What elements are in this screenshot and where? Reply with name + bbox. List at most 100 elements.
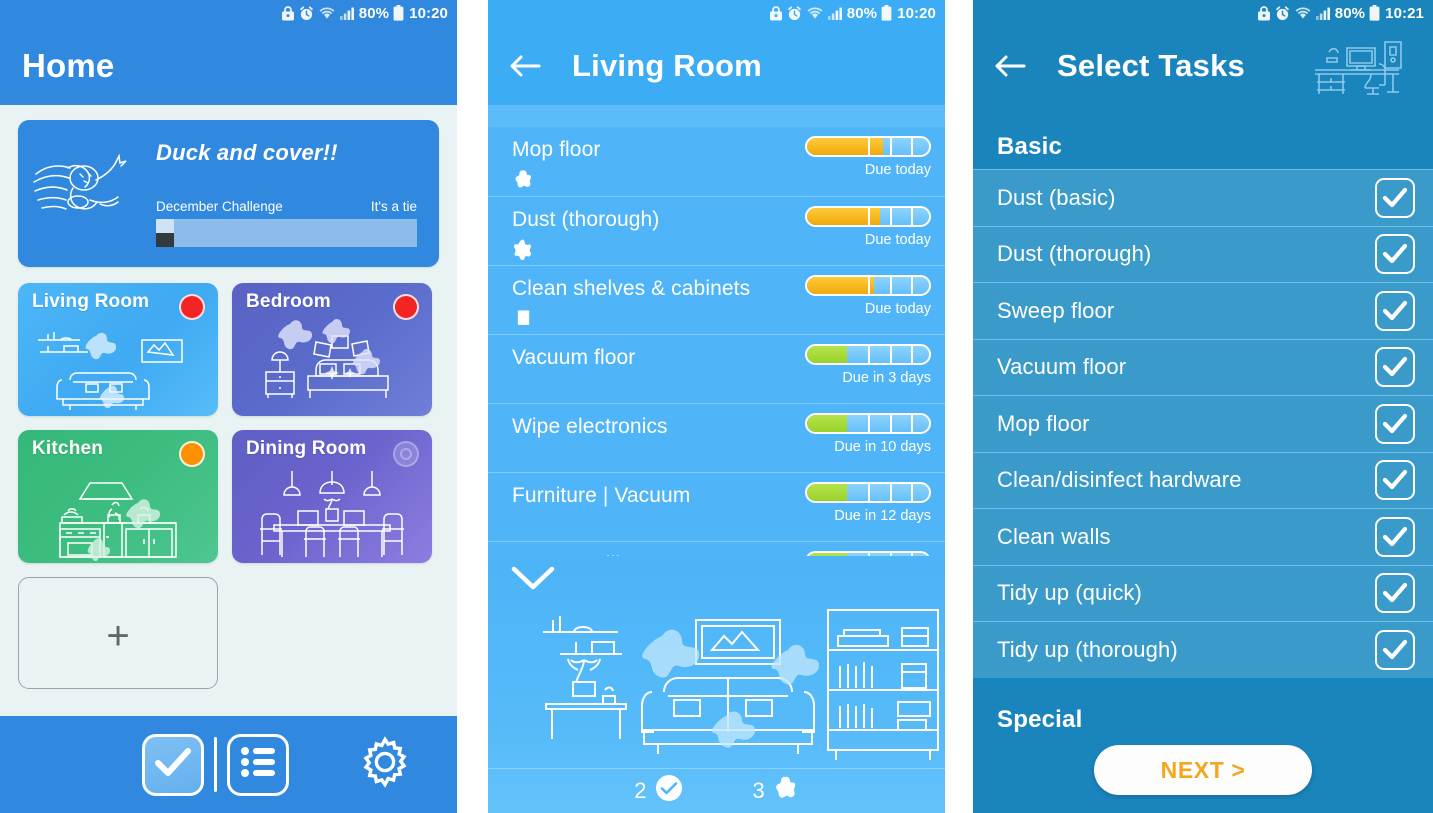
dirty-count: 3 xyxy=(752,778,765,803)
progress-pill xyxy=(805,206,931,227)
task-progress: Due in 3 days xyxy=(805,344,931,386)
select-tasks-header: Select Tasks xyxy=(973,26,1433,105)
signal-icon xyxy=(827,7,843,20)
dining-room-illustration xyxy=(260,471,404,557)
progress-fill-bottom xyxy=(156,233,175,247)
home-header: Home xyxy=(0,26,457,105)
challenge-progress xyxy=(156,219,417,247)
room-name: Bedroom xyxy=(246,291,331,312)
bedroom-illustration xyxy=(265,318,389,398)
task-option-row[interactable]: Clean walls xyxy=(973,508,1433,565)
signal-icon xyxy=(339,7,355,20)
task-option-row[interactable]: Mop floor xyxy=(973,395,1433,452)
bottom-navigation xyxy=(0,716,457,813)
task-row[interactable]: Dust (thorough) Due today xyxy=(488,196,945,265)
room-card-living-room[interactable]: Living Room xyxy=(18,283,218,416)
task-name: Dust (thorough) xyxy=(512,208,660,231)
section-heading: Special xyxy=(973,677,1433,742)
task-checkbox[interactable] xyxy=(1375,234,1415,275)
alarm-icon xyxy=(787,5,802,21)
task-checkbox[interactable] xyxy=(1375,290,1415,331)
room-card-dining-room[interactable]: Dining Room xyxy=(232,430,432,563)
check-circle-icon xyxy=(655,774,683,808)
task-checkbox[interactable] xyxy=(1375,177,1415,218)
battery-percent: 80% xyxy=(358,4,390,22)
select-tasks-scroll[interactable]: Basic Dust (basic) Dust (thorough) Sweep fl… xyxy=(973,105,1433,813)
add-room-button[interactable]: + xyxy=(18,577,218,689)
battery-icon xyxy=(1369,5,1380,21)
page-title: Living Room xyxy=(572,47,762,83)
task-option-label: Tidy up (thorough) xyxy=(997,636,1178,662)
challenge-label: December Challenge xyxy=(156,199,283,214)
task-option-label: Mop floor xyxy=(997,410,1090,436)
wifi-icon xyxy=(1294,6,1312,20)
task-option-row[interactable]: Tidy up (quick) xyxy=(973,564,1433,621)
task-option-row[interactable]: Tidy up (thorough) xyxy=(973,621,1433,678)
panel-living-room: 80% 10:20 Living Room Mop floor Due today… xyxy=(488,0,945,813)
task-checkbox[interactable] xyxy=(1375,573,1415,614)
page-title: Select Tasks xyxy=(1057,47,1245,83)
room-status-dot xyxy=(393,294,419,320)
dust-bunny-icon xyxy=(513,239,534,265)
task-row[interactable]: Vacuum floor Due in 3 days xyxy=(488,334,945,403)
task-option-row[interactable]: Clean/disinfect hardware xyxy=(973,451,1433,508)
banner-title: Duck and cover!! xyxy=(156,140,338,165)
page-title: Home xyxy=(22,46,115,84)
status-bar-select-tasks: 80% 10:21 xyxy=(973,0,1433,26)
task-checkbox[interactable] xyxy=(1375,460,1415,501)
task-checkbox[interactable] xyxy=(1375,403,1415,444)
task-progress: Due today xyxy=(805,206,931,248)
lock-icon xyxy=(1257,5,1271,21)
signal-icon xyxy=(1315,7,1331,20)
task-option-row[interactable]: Dust (thorough) xyxy=(973,225,1433,282)
progress-track-top xyxy=(156,219,417,233)
dirty-summary: 3 xyxy=(753,775,799,807)
tab-tasks[interactable] xyxy=(142,733,204,796)
progress-pill xyxy=(805,136,931,157)
task-progress: Due today xyxy=(805,136,931,178)
progress-pill xyxy=(805,413,931,434)
task-option-row[interactable]: Sweep floor xyxy=(973,282,1433,339)
living-room-illustration xyxy=(38,332,183,410)
clock-time: 10:20 xyxy=(897,4,936,22)
nav-group xyxy=(142,733,289,796)
task-row[interactable]: Clean shelves & cabinets Due today xyxy=(488,265,945,334)
task-option-label: Clean/disinfect hardware xyxy=(997,467,1242,493)
room-name: Kitchen xyxy=(32,438,104,459)
next-button[interactable]: NEXT > xyxy=(1094,745,1312,795)
room-card-bedroom[interactable]: Bedroom xyxy=(232,283,432,416)
header-strip xyxy=(488,105,945,127)
task-option-row[interactable]: Vacuum floor xyxy=(973,338,1433,395)
home-body: Duck and cover!! December Challenge It's… xyxy=(0,105,457,689)
task-checkbox[interactable] xyxy=(1375,347,1415,388)
task-option-label: Dust (thorough) xyxy=(997,241,1152,267)
progress-pill xyxy=(805,482,931,503)
tab-lists[interactable] xyxy=(227,733,289,796)
settings-button[interactable] xyxy=(355,732,415,797)
task-row[interactable]: Furniture | Vacuum Due in 12 days xyxy=(488,472,945,541)
duck-and-cover-illustration xyxy=(28,144,148,244)
progress-fill-top xyxy=(156,219,175,233)
banner-meta: December Challenge It's a tie xyxy=(156,199,417,214)
task-option-row[interactable]: Dust (basic) xyxy=(973,169,1433,226)
list-icon xyxy=(238,745,278,784)
room-preview: 2 3 xyxy=(488,556,945,813)
task-checkbox[interactable] xyxy=(1375,629,1415,670)
room-card-kitchen[interactable]: Kitchen xyxy=(18,430,218,563)
task-row[interactable]: Mop floor Due today xyxy=(488,127,945,196)
dust-bunny-icon xyxy=(773,775,799,807)
task-checkbox[interactable] xyxy=(1375,516,1415,557)
room-name: Living Room xyxy=(32,291,150,312)
task-row[interactable]: Wipe electronics Due in 10 days xyxy=(488,403,945,472)
task-due-label: Due in 12 days xyxy=(834,508,931,524)
task-name: Mop floor xyxy=(512,138,601,161)
gear-icon xyxy=(355,736,415,796)
status-bar-living-room: 80% 10:20 xyxy=(488,0,945,26)
lock-icon xyxy=(281,5,295,21)
alarm-icon xyxy=(299,5,314,21)
back-arrow-icon[interactable] xyxy=(993,51,1027,81)
challenge-banner[interactable]: Duck and cover!! December Challenge It's… xyxy=(18,120,439,267)
lock-icon xyxy=(769,5,783,21)
task-option-label: Dust (basic) xyxy=(997,184,1116,210)
back-arrow-icon[interactable] xyxy=(508,51,542,81)
